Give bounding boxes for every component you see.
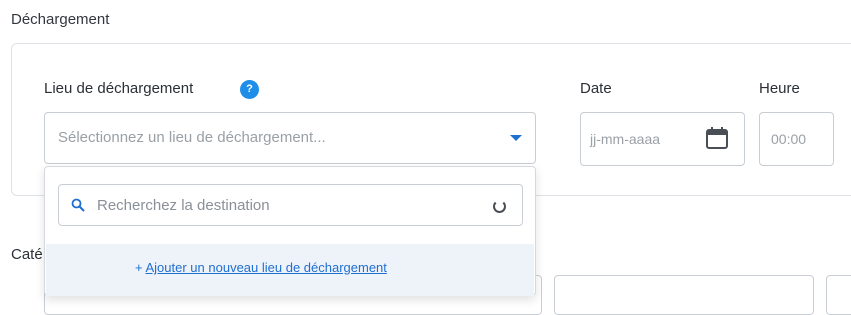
- time-placeholder: 00:00: [771, 131, 807, 147]
- category-field-2[interactable]: [554, 275, 814, 315]
- time-input[interactable]: 00:00: [759, 112, 834, 166]
- date-label: Date: [580, 80, 612, 97]
- section-title: Déchargement: [11, 11, 110, 28]
- search-placeholder: Recherchez la destination: [97, 197, 270, 214]
- add-location-row[interactable]: + Ajouter un nouveau lieu de déchargemen…: [46, 244, 534, 296]
- location-select[interactable]: Sélectionnez un lieu de déchargement...: [44, 112, 536, 164]
- add-location-link[interactable]: + Ajouter un nouveau lieu de déchargemen…: [135, 260, 387, 275]
- question-icon[interactable]: ?: [240, 80, 259, 99]
- location-label: Lieu de déchargement: [44, 80, 194, 97]
- category-label: Caté: [11, 246, 43, 263]
- location-dropdown: Recherchez la destination + Ajouter un n…: [44, 166, 536, 296]
- time-label: Heure: [759, 80, 800, 97]
- search-icon: [71, 198, 85, 212]
- add-location-text[interactable]: Ajouter un nouveau lieu de déchargement: [146, 260, 387, 275]
- chevron-down-icon[interactable]: [510, 135, 522, 141]
- location-select-placeholder: Sélectionnez un lieu de déchargement...: [58, 129, 326, 146]
- calendar-icon[interactable]: [705, 127, 729, 149]
- category-field-3[interactable]: [826, 275, 851, 315]
- date-placeholder: jj-mm-aaaa: [590, 131, 661, 147]
- date-input[interactable]: jj-mm-aaaa: [580, 112, 745, 166]
- add-prefix: +: [135, 260, 146, 275]
- destination-search-input[interactable]: Recherchez la destination: [58, 184, 523, 226]
- spinner-icon: [493, 200, 506, 213]
